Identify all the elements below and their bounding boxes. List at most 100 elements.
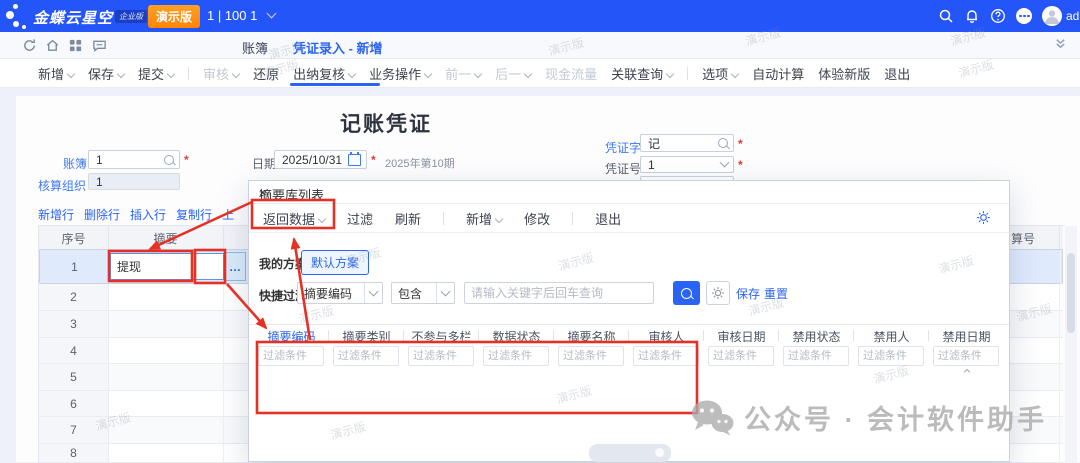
main-toolbar: 新增保存提交审核还原出纳复核业务操作前一后一现金流量关联查询选项自动计算体验新版… [0, 59, 1080, 88]
grid-vertical-scrollbar[interactable] [1065, 226, 1077, 463]
search-button[interactable] [673, 281, 700, 305]
toolbar-submit[interactable]: 提交 [138, 64, 174, 83]
date-field[interactable] [274, 150, 367, 169]
column-filter-input[interactable] [558, 346, 624, 366]
cell-divider [223, 338, 224, 364]
cell-divider [1059, 338, 1060, 364]
row-op-2[interactable]: 插入行 [130, 206, 166, 223]
dialog-filter-row [249, 343, 1009, 369]
summary-lookup-ellipsis-button[interactable]: … [224, 252, 246, 281]
toolbar-business-ops[interactable]: 业务操作 [369, 64, 431, 83]
row-op-1[interactable]: 删除行 [84, 206, 120, 223]
row-seq-cell: 5 [39, 364, 109, 390]
org-selector[interactable]: 1 | 100 1 [207, 8, 275, 23]
filter-operator-select[interactable]: 包含 [391, 282, 455, 304]
column-filter-input[interactable] [708, 346, 774, 366]
keyword-search-input[interactable] [464, 282, 654, 304]
reset-link[interactable]: 重置 [764, 285, 788, 302]
dialog-toolbar-return-data[interactable]: 返回数据 [263, 209, 325, 228]
column-filter-input[interactable] [858, 346, 924, 366]
toolbar-options[interactable]: 选项 [702, 64, 738, 83]
avatar[interactable] [1042, 6, 1062, 26]
chevron-down-icon [524, 69, 532, 77]
filter-field-select[interactable]: 摘要编码 [297, 282, 383, 304]
notification-bell-icon[interactable] [964, 8, 980, 24]
column-filter-input[interactable] [483, 346, 549, 366]
toolbar-try-new-version[interactable]: 体验新版 [818, 64, 870, 83]
home-icon[interactable] [45, 38, 60, 53]
tab-close-icon[interactable]: × [366, 38, 374, 53]
voucher-number-field[interactable] [640, 156, 734, 173]
cell-divider [1060, 250, 1061, 285]
toolbar-new[interactable]: 新增 [38, 64, 74, 83]
column-filter-input[interactable] [783, 346, 849, 366]
cell-divider [1059, 444, 1060, 463]
dialog-toolbar-filter[interactable]: 过滤 [347, 209, 373, 228]
calendar-icon[interactable] [348, 154, 361, 166]
dialog-toolbar-new[interactable]: 新增 [466, 209, 502, 228]
column-filter-input[interactable] [258, 346, 324, 366]
toolbar-next: 后一 [495, 64, 531, 83]
user-name[interactable]: adm [1066, 9, 1080, 23]
cell-divider [1059, 417, 1060, 444]
apps-grid-icon[interactable] [68, 38, 83, 53]
row-op-3[interactable]: 复制行 [176, 206, 212, 223]
voucher-number-label: 凭证号 [605, 160, 641, 177]
toolbar-related-query[interactable]: 关联查询 [611, 64, 673, 83]
demo-version-badge: 演示版 [148, 5, 200, 28]
grid-row-operations: 新增行删除行插入行复制行上 [38, 206, 234, 223]
chevron-down-icon [117, 69, 125, 77]
dialog-toolbar-modify[interactable]: 修改 [524, 209, 550, 228]
toolbar-audit: 审核 [203, 64, 239, 83]
accounting-org-field [88, 173, 180, 190]
search-icon[interactable] [938, 8, 954, 24]
save-plan-link[interactable]: 保存 [736, 285, 760, 302]
chevron-down-icon [232, 69, 240, 77]
summary-edit-cell[interactable]: 提现 [110, 253, 224, 280]
dialog-toolbar-refresh[interactable]: 刷新 [395, 209, 421, 228]
chevron-down-icon [67, 69, 75, 77]
cell-divider [1059, 364, 1060, 391]
chevron-down-icon [720, 158, 730, 168]
dialog-close-icon[interactable]: × [259, 185, 1001, 200]
accounting-org-label: 核算组织 [38, 177, 86, 194]
filter-operator-value: 包含 [392, 285, 436, 302]
dialog-horizontal-scrollbar-thumb[interactable] [589, 444, 671, 462]
cell-divider [223, 391, 224, 417]
assistant-icon[interactable] [1016, 8, 1032, 24]
dialog-toolbar: 返回数据 过滤 刷新 新增 修改 退出 [249, 204, 1009, 233]
message-bubble-icon[interactable] [92, 38, 107, 53]
sync-icon[interactable] [22, 38, 37, 53]
cell-divider [223, 284, 224, 311]
lookup-icon[interactable] [718, 138, 728, 148]
row-op-0[interactable]: 新增行 [38, 206, 74, 223]
column-filter-input[interactable] [408, 346, 474, 366]
chevron-down-icon [474, 69, 482, 77]
voucher-word-field[interactable] [640, 134, 734, 152]
toolbar-auto-calc[interactable]: 自动计算 [752, 64, 804, 83]
column-filter-input[interactable] [633, 346, 699, 366]
column-filter-input[interactable] [333, 346, 399, 366]
row-op-4[interactable]: 上 [222, 206, 234, 223]
help-icon[interactable] [990, 8, 1006, 24]
toolbar-restore[interactable]: 还原 [253, 64, 279, 83]
top-app-bar: 金蝶云星空 企业版 演示版 1 | 100 1 adm [0, 0, 1080, 32]
chevron-down-icon [364, 283, 382, 303]
toolbar-save[interactable]: 保存 [88, 64, 124, 83]
scroll-up-icon[interactable] [963, 362, 971, 370]
default-plan-chip[interactable]: 默认方案 [301, 250, 369, 275]
required-mark: * [738, 137, 743, 151]
dialog-settings-gear-icon[interactable] [976, 210, 991, 225]
toolbar-exit[interactable]: 退出 [884, 64, 910, 83]
toolbar-cashier-review[interactable]: 出纳复核 [293, 64, 355, 83]
book-field[interactable] [88, 150, 180, 169]
collapse-double-chevron-icon[interactable] [1053, 36, 1068, 51]
filter-settings-gear-icon[interactable] [706, 281, 730, 305]
row-seq-cell: 4 [39, 338, 109, 363]
chevron-down-icon [424, 69, 432, 77]
tab-account-books[interactable]: 账簿 [242, 38, 268, 57]
scrollbar-thumb[interactable] [1067, 253, 1075, 333]
dialog-toolbar-exit[interactable]: 退出 [595, 209, 621, 228]
lookup-icon[interactable] [164, 155, 174, 165]
period-note: 2025年第10期 [385, 155, 455, 171]
